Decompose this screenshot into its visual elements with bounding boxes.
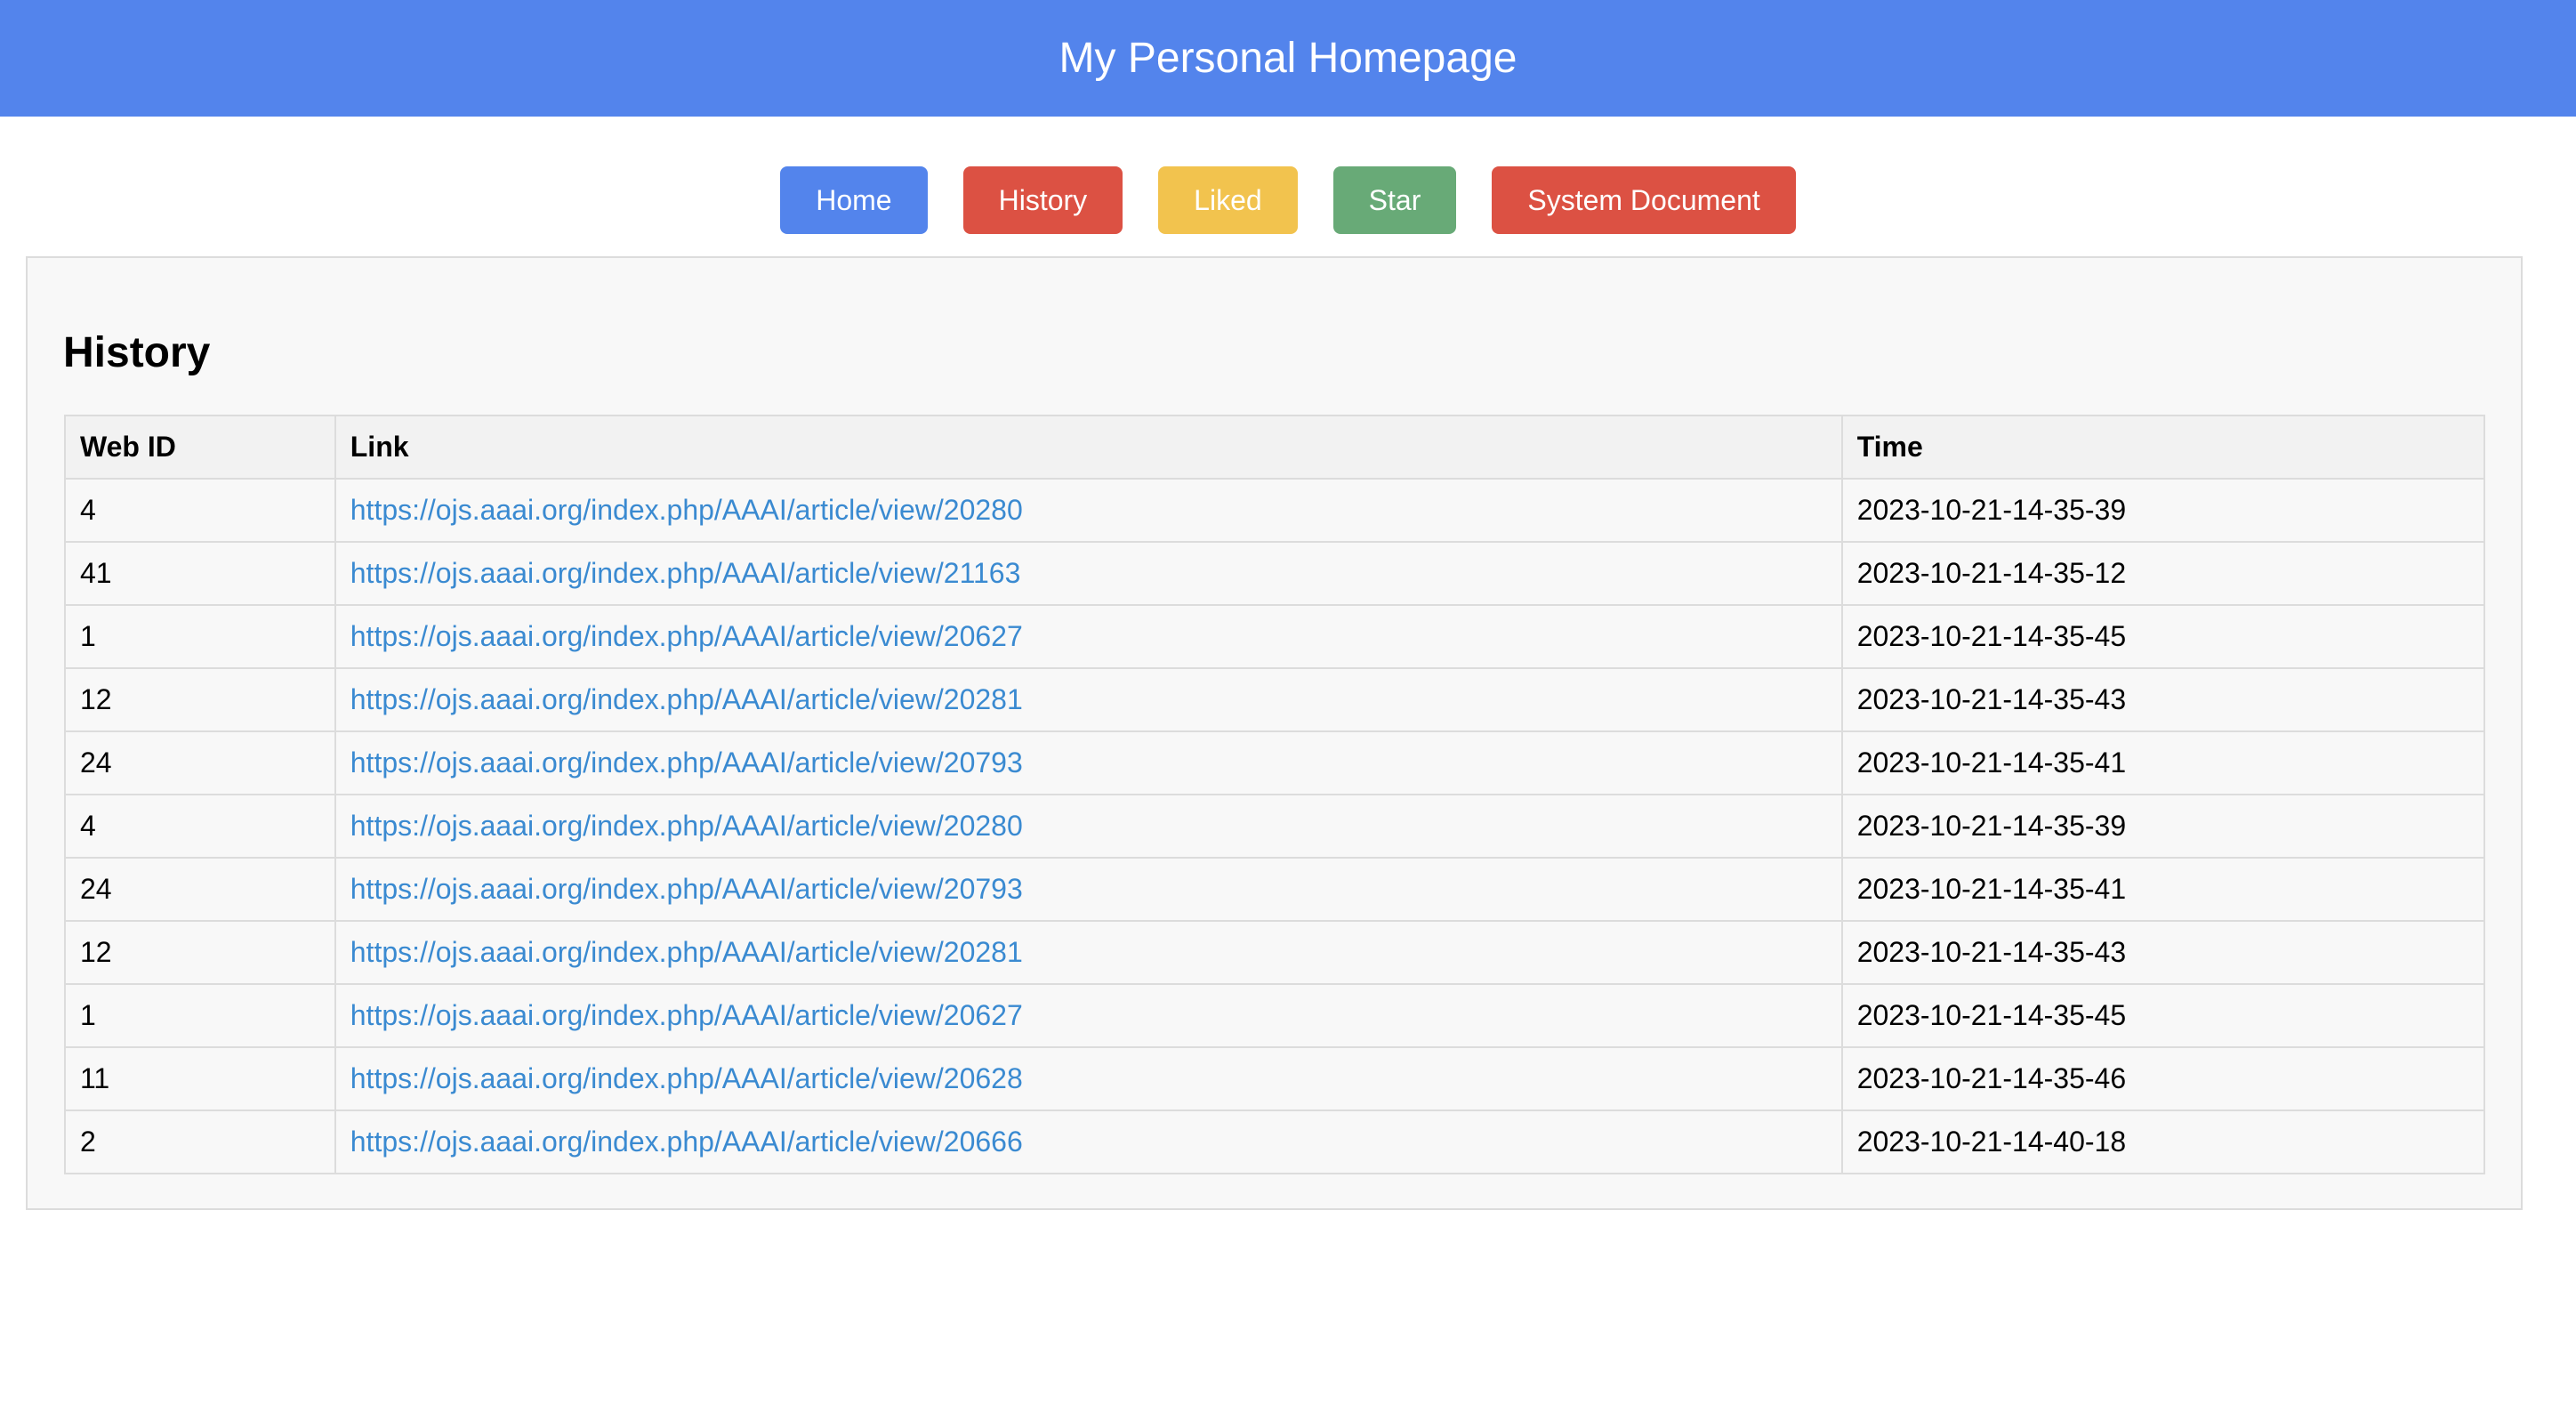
table-row: 4 https://ojs.aaai.org/index.php/AAAI/ar… [64,478,2486,543]
time-cell: 2023-10-21-14-35-41 [1840,730,2486,795]
history-link[interactable]: https://ojs.aaai.org/index.php/AAAI/arti… [350,620,1023,652]
star-button[interactable]: Star [1332,166,1457,234]
history-table-body: 4 https://ojs.aaai.org/index.php/AAAI/ar… [64,478,2486,1174]
web-id-cell: 24 [64,730,336,795]
history-table-head: Web ID Link Time [64,415,2486,480]
time-cell: 2023-10-21-14-35-12 [1840,541,2486,606]
history-link[interactable]: https://ojs.aaai.org/index.php/AAAI/arti… [350,494,1023,526]
link-cell: https://ojs.aaai.org/index.php/AAAI/arti… [334,920,1843,985]
link-cell: https://ojs.aaai.org/index.php/AAAI/arti… [334,478,1843,543]
web-id-cell: 12 [64,667,336,732]
link-cell: https://ojs.aaai.org/index.php/AAAI/arti… [334,1109,1843,1174]
history-button[interactable]: History [962,166,1123,234]
system-document-button[interactable]: System Document [1492,166,1796,234]
web-id-cell: 1 [64,983,336,1048]
home-button[interactable]: Home [780,166,928,234]
link-cell: https://ojs.aaai.org/index.php/AAAI/arti… [334,667,1843,732]
liked-button[interactable]: Liked [1158,166,1298,234]
table-row: 11 https://ojs.aaai.org/index.php/AAAI/a… [64,1046,2486,1111]
history-heading: History [63,329,211,376]
link-cell: https://ojs.aaai.org/index.php/AAAI/arti… [334,604,1843,669]
column-header-link: Link [334,415,1843,480]
web-id-cell: 1 [64,604,336,669]
table-row: 4 https://ojs.aaai.org/index.php/AAAI/ar… [64,794,2486,859]
history-link[interactable]: https://ojs.aaai.org/index.php/AAAI/arti… [350,1062,1023,1094]
column-header-time: Time [1840,415,2486,480]
time-cell: 2023-10-21-14-35-45 [1840,604,2486,669]
time-cell: 2023-10-21-14-35-39 [1840,794,2486,859]
history-link[interactable]: https://ojs.aaai.org/index.php/AAAI/arti… [350,999,1023,1031]
web-id-cell: 4 [64,794,336,859]
time-cell: 2023-10-21-14-35-41 [1840,857,2486,922]
page-title: My Personal Homepage [1059,35,1517,82]
link-cell: https://ojs.aaai.org/index.php/AAAI/arti… [334,1046,1843,1111]
link-cell: https://ojs.aaai.org/index.php/AAAI/arti… [334,794,1843,859]
time-cell: 2023-10-21-14-35-43 [1840,920,2486,985]
page-header: My Personal Homepage [0,0,2576,117]
table-row: 24 https://ojs.aaai.org/index.php/AAAI/a… [64,857,2486,922]
history-link[interactable]: https://ojs.aaai.org/index.php/AAAI/arti… [350,557,1021,589]
web-id-cell: 12 [64,920,336,985]
history-panel: History Web ID Link Time 4 https://ojs.a… [26,256,2523,1210]
history-table: Web ID Link Time 4 https://ojs.aaai.org/… [64,415,2486,1174]
link-cell: https://ojs.aaai.org/index.php/AAAI/arti… [334,983,1843,1048]
time-cell: 2023-10-21-14-35-43 [1840,667,2486,732]
web-id-cell: 24 [64,857,336,922]
link-cell: https://ojs.aaai.org/index.php/AAAI/arti… [334,857,1843,922]
main-nav: Home History Liked Star System Document [0,125,2576,266]
link-cell: https://ojs.aaai.org/index.php/AAAI/arti… [334,541,1843,606]
time-cell: 2023-10-21-14-35-39 [1840,478,2486,543]
history-link[interactable]: https://ojs.aaai.org/index.php/AAAI/arti… [350,1126,1023,1158]
table-row: 1 https://ojs.aaai.org/index.php/AAAI/ar… [64,604,2486,669]
column-header-web-id: Web ID [64,415,336,480]
table-row: 1 https://ojs.aaai.org/index.php/AAAI/ar… [64,983,2486,1048]
link-cell: https://ojs.aaai.org/index.php/AAAI/arti… [334,730,1843,795]
time-cell: 2023-10-21-14-35-45 [1840,983,2486,1048]
table-row: 2 https://ojs.aaai.org/index.php/AAAI/ar… [64,1109,2486,1174]
history-link[interactable]: https://ojs.aaai.org/index.php/AAAI/arti… [350,810,1023,842]
history-link[interactable]: https://ojs.aaai.org/index.php/AAAI/arti… [350,873,1023,905]
web-id-cell: 41 [64,541,336,606]
table-row: 41 https://ojs.aaai.org/index.php/AAAI/a… [64,541,2486,606]
web-id-cell: 4 [64,478,336,543]
table-row: 24 https://ojs.aaai.org/index.php/AAAI/a… [64,730,2486,795]
history-link[interactable]: https://ojs.aaai.org/index.php/AAAI/arti… [350,936,1023,968]
table-row: 12 https://ojs.aaai.org/index.php/AAAI/a… [64,920,2486,985]
web-id-cell: 11 [64,1046,336,1111]
time-cell: 2023-10-21-14-35-46 [1840,1046,2486,1111]
table-row: 12 https://ojs.aaai.org/index.php/AAAI/a… [64,667,2486,732]
header-row: Web ID Link Time [64,415,2486,480]
web-id-cell: 2 [64,1109,336,1174]
time-cell: 2023-10-21-14-40-18 [1840,1109,2486,1174]
history-link[interactable]: https://ojs.aaai.org/index.php/AAAI/arti… [350,746,1023,779]
history-link[interactable]: https://ojs.aaai.org/index.php/AAAI/arti… [350,683,1023,715]
